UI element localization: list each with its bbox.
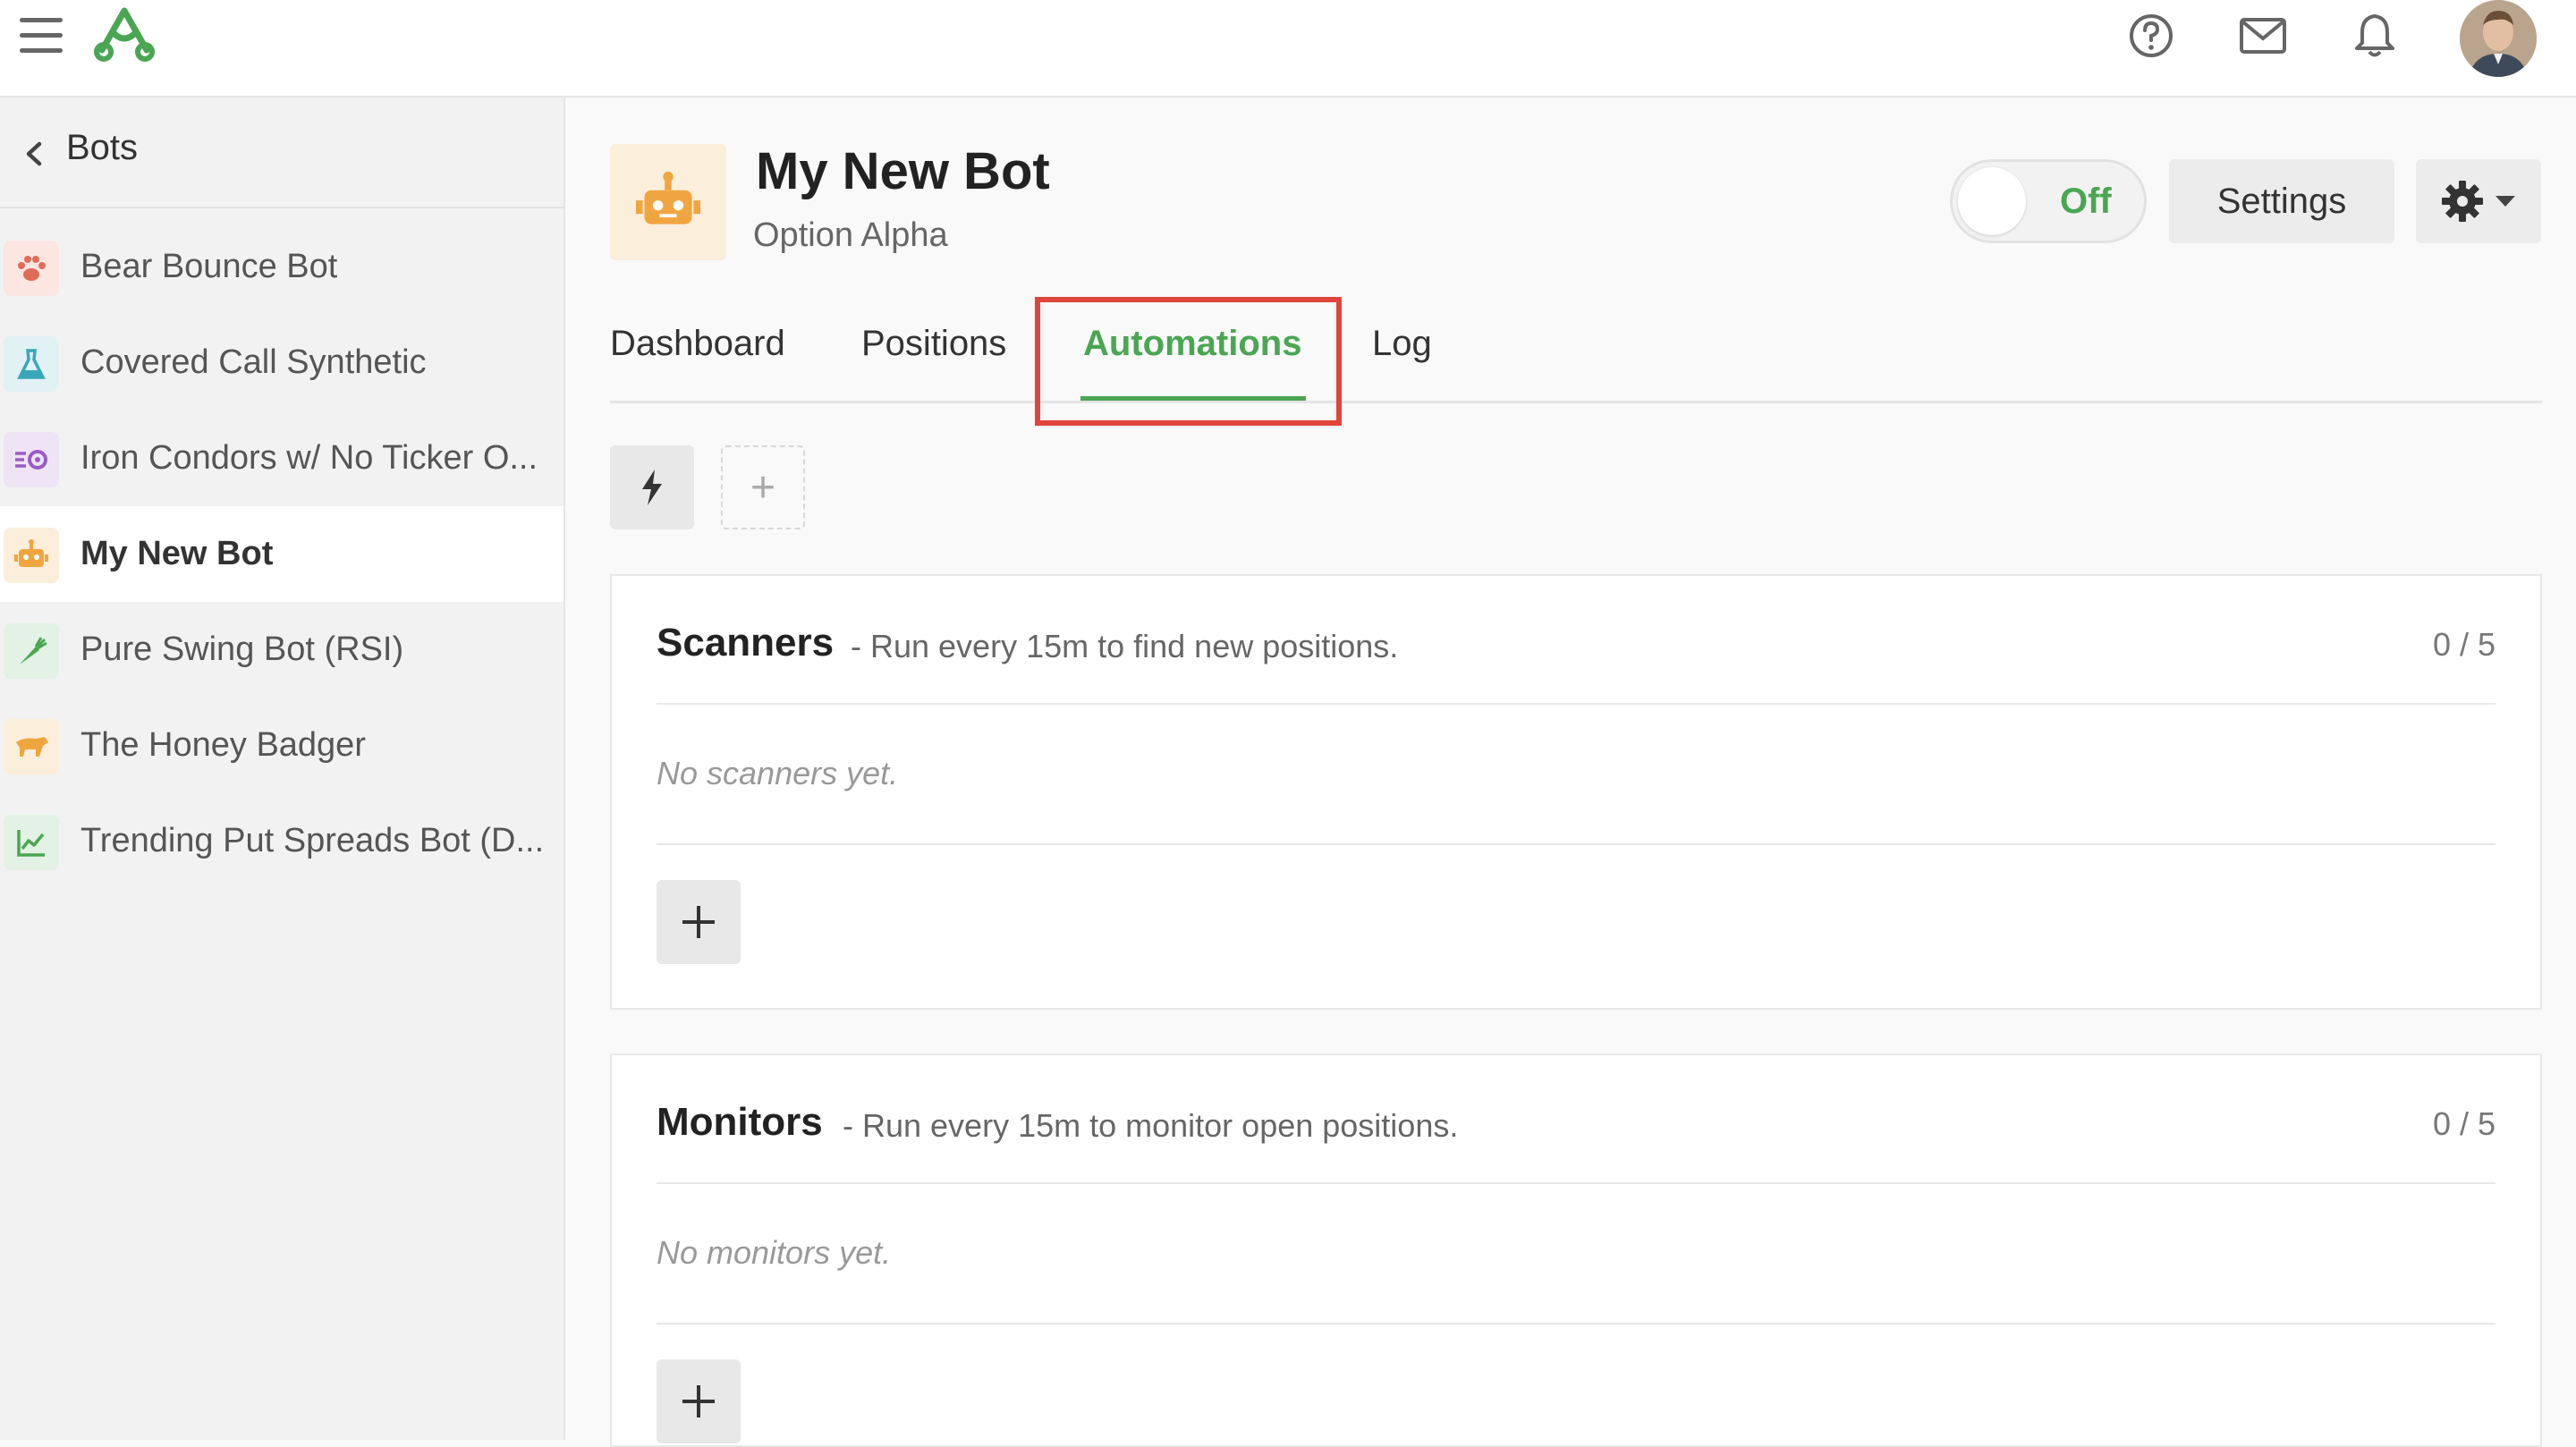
monitors-card: Monitors - Run every 15m to monitor open… bbox=[610, 1054, 2542, 1447]
sidebar-item-pure-swing-bot[interactable]: Pure Swing Bot (RSI) bbox=[0, 602, 564, 698]
sidebar-item-label: Bear Bounce Bot bbox=[80, 248, 338, 285]
toggle-knob bbox=[1958, 167, 2026, 235]
tab-bar: Dashboard Positions Automations Log bbox=[610, 304, 2542, 403]
scanners-empty-text: No scanners yet. bbox=[657, 755, 899, 791]
sidebar-item-bear-bounce-bot[interactable]: Bear Bounce Bot bbox=[0, 219, 564, 315]
monitors-title: Monitors bbox=[657, 1100, 823, 1144]
sidebar: Bots Bear Bounce Bot Covered Call Synthe… bbox=[0, 97, 565, 1440]
sidebar-item-label: Pure Swing Bot (RSI) bbox=[80, 630, 404, 668]
sidebar-item-covered-call-synthetic[interactable]: Covered Call Synthetic bbox=[0, 315, 564, 410]
mail-icon[interactable] bbox=[2238, 11, 2288, 61]
plus-icon bbox=[682, 1385, 715, 1417]
sidebar-title: Bots bbox=[66, 128, 139, 167]
sidebar-item-label: The Honey Badger bbox=[80, 726, 366, 764]
page-title: My New Bot bbox=[756, 142, 1050, 200]
monitors-description: - Run every 15m to monitor open position… bbox=[843, 1107, 1459, 1144]
bot-on-off-toggle[interactable]: Off bbox=[1950, 159, 2147, 243]
robot-icon bbox=[4, 528, 59, 583]
tab-dashboard[interactable]: Dashboard bbox=[610, 324, 785, 364]
chart-line-icon bbox=[4, 815, 59, 870]
add-scanner-button[interactable] bbox=[657, 880, 741, 964]
lightning-icon bbox=[642, 470, 662, 505]
scanners-description: - Run every 15m to find new positions. bbox=[851, 628, 1399, 664]
add-toolbar-button[interactable]: + bbox=[721, 445, 805, 529]
tab-positions[interactable]: Positions bbox=[861, 324, 1006, 364]
sidebar-item-label: My New Bot bbox=[80, 535, 274, 572]
menu-icon[interactable] bbox=[20, 18, 63, 57]
automation-trigger-button[interactable] bbox=[610, 445, 694, 529]
highlight-annotation bbox=[1035, 297, 1342, 426]
help-icon[interactable] bbox=[2126, 11, 2176, 61]
gear-icon bbox=[2442, 181, 2483, 222]
scanners-title: Scanners bbox=[657, 621, 835, 664]
scanners-count: 0 / 5 bbox=[2432, 626, 2496, 663]
monitors-empty-text: No monitors yet. bbox=[657, 1234, 892, 1271]
logo-icon[interactable] bbox=[89, 5, 159, 64]
sidebar-item-my-new-bot[interactable]: My New Bot bbox=[0, 506, 564, 602]
paw-icon bbox=[4, 241, 59, 296]
bot-list: Bear Bounce Bot Covered Call Synthetic I… bbox=[0, 219, 564, 889]
bot-avatar bbox=[610, 144, 726, 260]
divider bbox=[657, 1323, 2496, 1324]
sidebar-item-trending-put-spreads[interactable]: Trending Put Spreads Bot (D... bbox=[0, 793, 564, 889]
toggle-label: Off bbox=[2060, 182, 2112, 221]
condor-icon bbox=[4, 432, 59, 487]
avatar[interactable] bbox=[2460, 0, 2537, 77]
robot-icon bbox=[636, 171, 700, 224]
sidebar-item-label: Trending Put Spreads Bot (D... bbox=[80, 822, 545, 859]
flask-icon bbox=[4, 336, 59, 392]
badger-icon bbox=[4, 719, 59, 774]
chevron-left-icon bbox=[26, 141, 42, 166]
sidebar-item-label: Iron Condors w/ No Ticker O... bbox=[80, 439, 538, 477]
plus-icon bbox=[682, 906, 715, 938]
sidebar-item-honey-badger[interactable]: The Honey Badger bbox=[0, 698, 564, 793]
divider bbox=[657, 843, 2496, 845]
settings-button[interactable]: Settings bbox=[2169, 159, 2394, 243]
scanners-card: Scanners - Run every 15m to find new pos… bbox=[610, 574, 2542, 1010]
gear-menu-button[interactable] bbox=[2416, 159, 2541, 243]
monitors-count: 0 / 5 bbox=[2432, 1105, 2496, 1142]
tab-log[interactable]: Log bbox=[1372, 324, 1432, 364]
caret-down-icon bbox=[2496, 196, 2515, 207]
back-to-bots-link[interactable]: Bots bbox=[0, 97, 564, 208]
sidebar-item-iron-condors[interactable]: Iron Condors w/ No Ticker O... bbox=[0, 410, 564, 506]
sidebar-item-label: Covered Call Synthetic bbox=[80, 343, 427, 381]
divider bbox=[657, 703, 2496, 705]
divider bbox=[657, 1182, 2496, 1184]
bot-subtitle: Option Alpha bbox=[753, 216, 948, 254]
bell-icon[interactable] bbox=[2350, 11, 2400, 61]
add-monitor-button[interactable] bbox=[657, 1359, 741, 1443]
top-bar bbox=[0, 0, 2576, 97]
carrot-icon bbox=[4, 623, 59, 679]
